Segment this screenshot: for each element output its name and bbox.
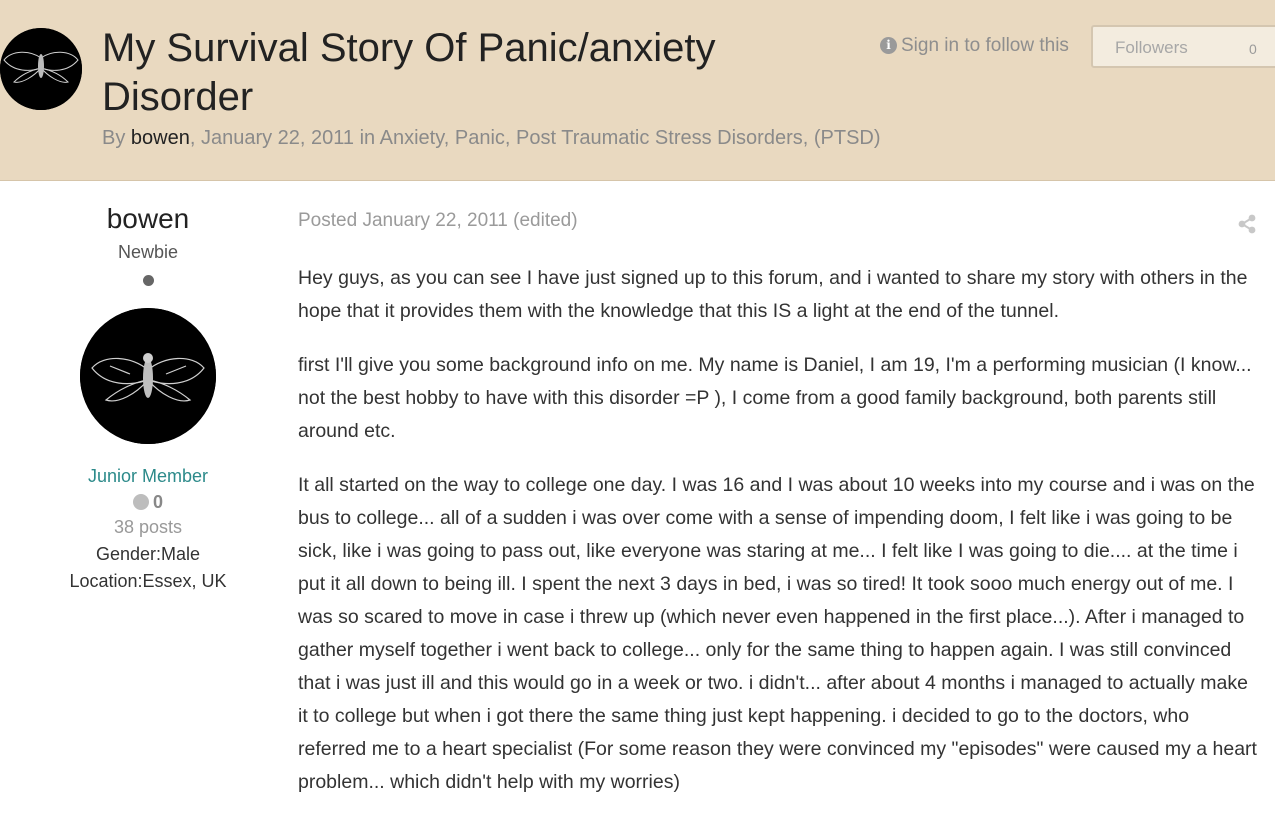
author-gender: Gender:Male <box>95 544 201 564</box>
author-name-link[interactable]: bowen <box>40 200 256 238</box>
author-avatar[interactable] <box>80 308 216 444</box>
share-icon[interactable] <box>1237 214 1257 234</box>
sign-in-to-follow-link[interactable]: i Sign in to follow this <box>880 35 1069 57</box>
post-paragraph: Hey guys, as you can see I have just sig… <box>298 267 1248 322</box>
offline-status-icon <box>142 275 154 286</box>
sign-in-follow-text: Sign in to follow this <box>901 35 1069 56</box>
post-content: Hey guys, as you can see I have just sig… <box>298 262 1258 820</box>
author-rank-title: Newbie <box>117 242 179 262</box>
post-author-panel: bowen Newbie Junior Member 0 38 posts Ge… <box>40 200 256 595</box>
byline-date: January 22, 2011 <box>200 127 355 149</box>
topic-author-avatar[interactable] <box>0 28 82 110</box>
info-icon: i <box>880 37 897 54</box>
topic-byline: By bowen, January 22, 2011 in Anxiety, P… <box>102 127 881 149</box>
byline-in: in <box>359 127 376 149</box>
reputation-badge: 0 <box>40 490 256 514</box>
edited-label: (edited) <box>513 210 578 231</box>
member-group: Junior Member <box>87 466 209 486</box>
topic-title: My Survival Story Of Panic/anxiety Disor… <box>102 26 716 119</box>
followers-label: Followers <box>1115 38 1188 57</box>
followers-button[interactable]: Followers 0 <box>1091 25 1275 68</box>
byline-prefix: By <box>102 127 126 149</box>
post-date-link[interactable]: January 22, 2011 <box>362 210 507 231</box>
followers-count: 0 <box>1249 41 1257 57</box>
post-meta: Posted January 22, 2011 (edited) <box>298 210 578 232</box>
reputation-icon <box>132 494 149 510</box>
posted-label: Posted <box>298 210 358 231</box>
reputation-value: 0 <box>152 492 163 512</box>
byline-forum-link[interactable]: Anxiety, Panic, Post Traumatic Stress Di… <box>380 127 881 149</box>
author-location: Location:Essex, UK <box>69 571 227 591</box>
byline-author-link[interactable]: bowen <box>131 127 190 149</box>
author-post-count: 38 posts <box>113 517 183 537</box>
topic-header: My Survival Story Of Panic/anxiety Disor… <box>0 0 1275 181</box>
post-paragraph: It all started on the way to college one… <box>298 474 1257 793</box>
post-paragraph: first I'll give you some background info… <box>298 354 1252 442</box>
